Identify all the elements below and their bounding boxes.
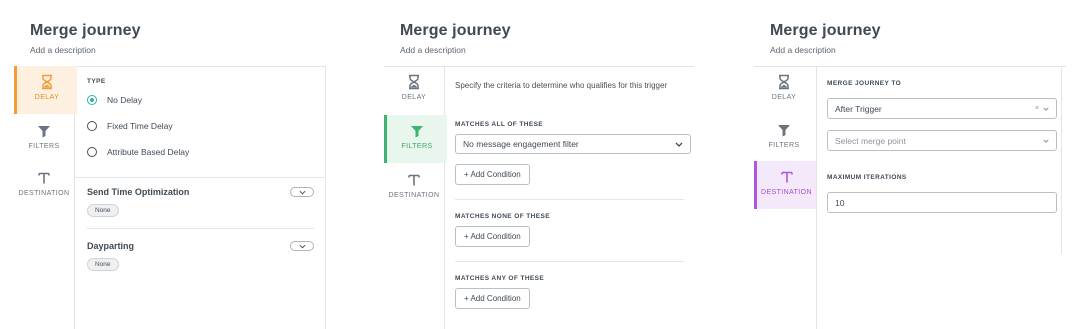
chevron-down-icon [1043,139,1049,143]
maximum-iterations-input[interactable]: 10 [827,192,1057,213]
destination-content: MERGE JOURNEY TO After Trigger × Select … [817,66,1066,329]
merge-point-select[interactable]: Select merge point [827,130,1057,151]
page-title: Merge journey [770,22,881,39]
maximum-iterations-heading: MAXIMUM ITERATIONS [827,174,907,181]
step-sidebar: DELAY FILTERS DESTINATION [14,66,77,329]
dayparting-expand-button[interactable] [290,241,314,251]
divider [75,177,326,178]
tab-delay[interactable]: DELAY [384,66,444,114]
engagement-filter-select[interactable]: No message engagement filter [455,134,691,154]
tab-filters[interactable]: FILTERS [384,115,447,163]
radio-label: Fixed Time Delay [107,121,173,131]
status-badge: None [87,204,119,217]
matches-none-heading: MATCHES NONE OF THESE [455,213,550,220]
tab-label: FILTERS [28,143,60,150]
add-condition-button[interactable]: + Add Condition [455,226,530,247]
dayparting-label: Dayparting [87,241,135,251]
tab-label: DESTINATION [18,190,70,197]
hourglass-icon [409,74,419,90]
tab-delay[interactable]: DELAY [14,66,77,114]
divider [325,66,326,329]
funnel-icon [411,126,423,138]
select-value: No message engagement filter [463,139,579,149]
tab-filters[interactable]: FILTERS [14,115,74,163]
radio-fixed-time-delay[interactable]: Fixed Time Delay [87,121,173,131]
tab-delay[interactable]: DELAY [754,66,814,114]
tab-destination[interactable]: DESTINATION [384,164,444,212]
divider [455,199,684,200]
divider [87,228,314,229]
merge-journey-to-heading: MERGE JOURNEY TO [827,80,902,87]
merge-target-select[interactable]: After Trigger × [827,98,1057,119]
chevron-down-icon [675,142,683,147]
add-description-link[interactable]: Add a description [770,45,836,55]
radio-icon[interactable] [87,147,97,157]
chevron-down-icon [1043,107,1049,111]
step-sidebar: DELAY FILTERS DESTINATION [754,66,817,329]
editor-frame: DELAY FILTERS DESTINATION MERGE JOURNEY … [754,66,1074,329]
select-value: After Trigger [835,103,882,114]
delay-content: TYPE No Delay Fixed Time Delay Attribute… [75,66,326,329]
funnel-icon [38,126,50,138]
hourglass-icon [779,74,789,90]
tab-label: DELAY [401,94,427,101]
merge-journey-panel-delay: Merge journey Add a description DELAY FI… [14,0,334,329]
radio-no-delay[interactable]: No Delay [87,95,142,105]
status-badge: None [87,258,119,271]
send-time-expand-button[interactable] [290,187,314,197]
page-title: Merge journey [400,22,511,39]
funnel-icon [778,125,790,137]
merge-journey-panel-filters: Merge journey Add a description DELAY FI… [384,0,702,329]
radio-label: No Delay [107,95,142,105]
tab-label: FILTERS [401,143,433,150]
merge-journey-panel-destination: Merge journey Add a description DELAY FI… [754,0,1074,329]
tab-filters[interactable]: FILTERS [754,114,814,162]
radio-checked-icon[interactable] [87,95,97,105]
add-condition-button[interactable]: + Add Condition [455,164,530,185]
editor-frame: DELAY FILTERS DESTINATION TYPE No Delay [14,66,334,329]
matches-all-heading: MATCHES ALL OF THESE [455,121,544,128]
add-condition-button[interactable]: + Add Condition [455,288,530,309]
radio-attribute-based-delay[interactable]: Attribute Based Delay [87,147,189,157]
filters-content: Specify the criteria to determine who qu… [445,66,694,329]
tab-label: DELAY [771,94,797,101]
editor-frame: DELAY FILTERS DESTINATION Specify the cr… [384,66,702,329]
add-description-link[interactable]: Add a description [30,45,96,55]
merge-arrow-icon [38,172,50,184]
page-title: Merge journey [30,22,141,39]
chevron-down-icon [299,244,305,249]
input-value: 10 [835,197,845,208]
divider [455,261,684,262]
matches-any-heading: MATCHES ANY OF THESE [455,275,545,282]
merge-arrow-icon [408,174,420,186]
chevron-down-icon [299,190,305,195]
step-sidebar: DELAY FILTERS DESTINATION [384,66,447,329]
tab-label: DESTINATION [761,189,812,196]
criteria-description: Specify the criteria to determine who qu… [455,81,668,90]
tab-label: DELAY [34,94,60,101]
divider [1061,66,1062,254]
type-heading: TYPE [87,78,106,85]
radio-icon[interactable] [87,121,97,131]
send-time-optimization-label: Send Time Optimization [87,187,190,197]
add-description-link[interactable]: Add a description [400,45,466,55]
tab-destination[interactable]: DESTINATION [14,162,74,210]
merge-arrow-icon [780,171,793,183]
tab-label: DESTINATION [388,192,440,199]
tab-destination[interactable]: DESTINATION [754,161,816,209]
close-icon[interactable]: × [1035,105,1039,112]
select-placeholder: Select merge point [835,135,906,146]
radio-label: Attribute Based Delay [107,147,190,157]
hourglass-icon [42,74,52,90]
tab-label: FILTERS [768,142,800,149]
